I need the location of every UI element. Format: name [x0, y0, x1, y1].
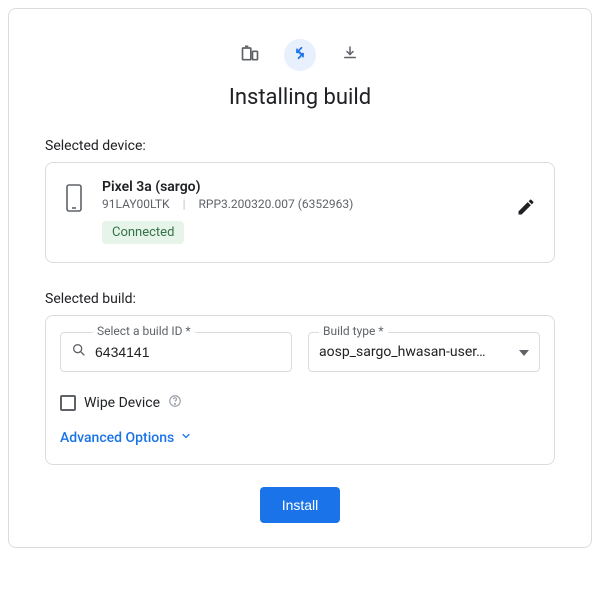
build-id-label: Select a build ID * — [93, 324, 195, 338]
install-build-card: Installing build Selected device: Pixel … — [8, 8, 592, 548]
build-id-field[interactable]: Select a build ID * — [60, 332, 292, 372]
footer: Install — [45, 487, 555, 523]
search-icon — [71, 342, 87, 362]
selected-device-card: Pixel 3a (sargo) 91LAY00LTK | RPP3.20032… — [45, 162, 555, 263]
wipe-device-label: Wipe Device — [84, 395, 160, 411]
meta-separator: | — [183, 197, 186, 211]
download-icon — [341, 44, 359, 66]
step-install — [284, 39, 316, 71]
build-id-input[interactable] — [93, 343, 281, 361]
swap-icon — [291, 44, 309, 66]
wipe-device-row: Wipe Device — [60, 394, 540, 412]
device-fingerprint: RPP3.200320.007 (6352963) — [198, 197, 353, 211]
stepper — [45, 39, 555, 71]
help-icon[interactable] — [168, 394, 182, 412]
build-type-value: aosp_sargo_hwasan-user… — [319, 344, 519, 360]
advanced-options-toggle[interactable]: Advanced Options — [60, 430, 540, 446]
edit-device-button[interactable] — [516, 197, 536, 221]
device-meta: 91LAY00LTK | RPP3.200320.007 (6352963) — [102, 197, 536, 211]
build-type-label: Build type * — [319, 324, 388, 338]
step-download — [334, 39, 366, 71]
status-badge: Connected — [102, 221, 184, 244]
selected-build-label: Selected build: — [45, 291, 555, 307]
device-info: Pixel 3a (sargo) 91LAY00LTK | RPP3.20032… — [102, 179, 536, 244]
step-device — [234, 39, 266, 71]
device-icon — [64, 183, 84, 217]
build-type-field[interactable]: Build type * aosp_sargo_hwasan-user… — [308, 332, 540, 372]
selected-device-label: Selected device: — [45, 138, 555, 154]
device-step-icon — [240, 43, 260, 67]
device-name: Pixel 3a (sargo) — [102, 179, 536, 195]
chevron-down-icon — [519, 343, 529, 362]
advanced-options-label: Advanced Options — [60, 430, 174, 446]
device-serial: 91LAY00LTK — [102, 197, 170, 211]
chevron-down-icon — [180, 430, 192, 446]
pencil-icon — [516, 202, 536, 221]
page-title: Installing build — [45, 85, 555, 110]
selected-build-card: Select a build ID * Build type * aosp_sa… — [45, 315, 555, 465]
build-fields-row: Select a build ID * Build type * aosp_sa… — [60, 332, 540, 372]
wipe-device-checkbox[interactable] — [60, 395, 76, 411]
install-button[interactable]: Install — [260, 487, 341, 523]
